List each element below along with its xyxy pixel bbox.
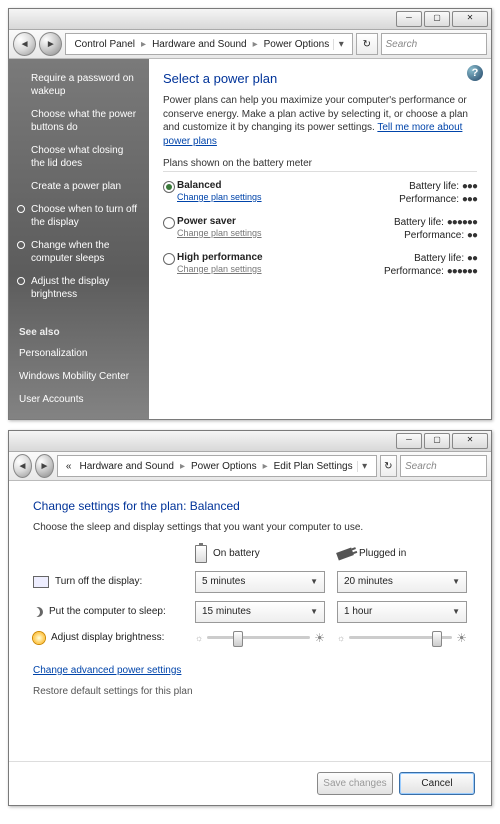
plug-icon xyxy=(336,547,354,560)
performance-rating: ●● xyxy=(467,230,477,241)
display-plugged-dropdown[interactable]: 20 minutes▼ xyxy=(337,571,467,593)
sun-dim-icon: ☼ xyxy=(195,633,203,643)
power-options-window: ─ ▢ ✕ ◄ ► Control Panel▸ Hardware and So… xyxy=(8,8,492,420)
titlebar: ─ ▢ ✕ xyxy=(9,9,491,30)
page-description: Power plans can help you maximize your c… xyxy=(163,94,477,148)
navbar: ◄ ► « Hardware and Sound▸ Power Options▸… xyxy=(9,452,491,481)
battery-rating: ●●● xyxy=(462,181,477,192)
sun-dim-icon: ☼ xyxy=(337,633,345,643)
row-sleep: Put the computer to sleep: xyxy=(33,606,183,617)
plan-name: Power saver xyxy=(177,216,337,227)
cancel-button[interactable]: Cancel xyxy=(399,772,475,795)
bc-seg[interactable]: Power Options xyxy=(187,461,261,472)
brightness-plugged-slider[interactable]: ☼☀ xyxy=(337,631,467,645)
display-icon xyxy=(33,576,49,588)
help-icon[interactable]: ? xyxy=(467,65,483,81)
change-plan-settings-link[interactable]: Change plan settings xyxy=(177,264,337,274)
sidebar-task[interactable]: Require a password on wakeup xyxy=(9,67,149,103)
search-input[interactable]: Search xyxy=(400,455,487,477)
row-brightness: Adjust display brightness: xyxy=(33,632,183,644)
display-battery-dropdown[interactable]: 5 minutes▼ xyxy=(195,571,325,593)
sidebar-task[interactable]: Choose what the power buttons do xyxy=(9,103,149,139)
sleep-battery-dropdown[interactable]: 15 minutes▼ xyxy=(195,601,325,623)
chevron-down-icon: ▼ xyxy=(452,607,460,616)
breadcrumb[interactable]: « Hardware and Sound▸ Power Options▸ Edi… xyxy=(57,455,377,477)
chevron-down-icon: ▼ xyxy=(310,607,318,616)
refresh-button[interactable]: ↻ xyxy=(380,455,397,477)
plan-row: High performanceChange plan settingsBatt… xyxy=(163,252,477,278)
close-button[interactable]: ✕ xyxy=(452,11,488,27)
sleep-plugged-dropdown[interactable]: 1 hour▼ xyxy=(337,601,467,623)
battery-rating: ●●●●●● xyxy=(447,217,477,228)
bc-seg[interactable]: Edit Plan Settings xyxy=(270,461,357,472)
plan-name: Balanced xyxy=(177,180,337,191)
battery-icon xyxy=(195,545,207,563)
sidebar-task[interactable]: Choose what closing the lid does xyxy=(9,139,149,175)
change-plan-settings-link[interactable]: Change plan settings xyxy=(177,192,337,202)
performance-rating: ●●● xyxy=(462,194,477,205)
chevron-down-icon: ▼ xyxy=(452,577,460,586)
breadcrumb[interactable]: Control Panel▸ Hardware and Sound▸ Power… xyxy=(65,33,353,55)
bc-seg[interactable]: Control Panel xyxy=(70,39,139,50)
brightness-icon xyxy=(33,632,45,644)
refresh-button[interactable]: ↻ xyxy=(356,33,377,55)
see-also-link[interactable]: Personalization xyxy=(9,342,149,365)
plan-row: Power saverChange plan settingsBattery l… xyxy=(163,216,477,242)
change-plan-settings-link[interactable]: Change plan settings xyxy=(177,228,337,238)
plan-radio[interactable] xyxy=(163,217,175,229)
maximize-button[interactable]: ▢ xyxy=(424,11,450,27)
sidebar-task[interactable]: Adjust the display brightness xyxy=(9,270,149,306)
maximize-button[interactable]: ▢ xyxy=(424,433,450,449)
see-also-link[interactable]: Windows Mobility Center xyxy=(9,365,149,388)
sidebar: Require a password on wakeup Choose what… xyxy=(9,59,149,419)
main-pane: ? Select a power plan Power plans can he… xyxy=(149,59,491,419)
plan-radio[interactable] xyxy=(163,181,175,193)
page-description: Choose the sleep and display settings th… xyxy=(33,521,467,535)
edit-plan-window: ─ ▢ ✕ ◄ ► « Hardware and Sound▸ Power Op… xyxy=(8,430,492,806)
row-turn-off-display: Turn off the display: xyxy=(33,576,183,588)
see-also-link[interactable]: User Accounts xyxy=(9,388,149,411)
forward-button[interactable]: ► xyxy=(39,32,62,56)
bc-seg[interactable]: Hardware and Sound xyxy=(75,461,178,472)
plan-radio[interactable] xyxy=(163,253,175,265)
titlebar: ─ ▢ ✕ xyxy=(9,431,491,452)
back-button[interactable]: ◄ xyxy=(13,454,32,478)
sidebar-task[interactable]: Change when the computer sleeps xyxy=(9,234,149,270)
sleep-icon xyxy=(33,607,43,617)
plan-name: High performance xyxy=(177,252,337,263)
advanced-settings-link[interactable]: Change advanced power settings xyxy=(33,665,181,676)
main-pane: Change settings for the plan: Balanced C… xyxy=(9,481,491,721)
page-title: Change settings for the plan: Balanced xyxy=(33,499,467,513)
see-also-heading: See also xyxy=(9,323,149,342)
sidebar-task[interactable]: Create a power plan xyxy=(9,175,149,198)
minimize-button[interactable]: ─ xyxy=(396,11,422,27)
plans-heading: Plans shown on the battery meter xyxy=(163,158,477,172)
breadcrumb-dropdown[interactable]: ▾ xyxy=(357,461,372,472)
minimize-button[interactable]: ─ xyxy=(396,433,422,449)
battery-rating: ●● xyxy=(467,253,477,264)
performance-rating: ●●●●●● xyxy=(447,266,477,277)
brightness-battery-slider[interactable]: ☼☀ xyxy=(195,631,325,645)
bc-seg[interactable]: Hardware and Sound xyxy=(148,39,251,50)
close-button[interactable]: ✕ xyxy=(452,433,488,449)
sun-bright-icon: ☀ xyxy=(314,631,325,645)
bc-seg[interactable]: Power Options xyxy=(260,39,334,50)
search-input[interactable]: Search xyxy=(381,33,487,55)
footer: Save changes Cancel xyxy=(9,761,491,805)
plan-row: BalancedChange plan settingsBattery life… xyxy=(163,180,477,206)
col-on-battery: On battery xyxy=(195,545,325,563)
sun-bright-icon: ☀ xyxy=(456,631,467,645)
col-plugged-in: Plugged in xyxy=(337,548,467,559)
page-title: Select a power plan xyxy=(163,71,477,86)
back-button[interactable]: ◄ xyxy=(13,32,36,56)
restore-defaults-link[interactable]: Restore default settings for this plan xyxy=(33,686,193,697)
navbar: ◄ ► Control Panel▸ Hardware and Sound▸ P… xyxy=(9,30,491,59)
forward-button[interactable]: ► xyxy=(35,454,54,478)
chevron-down-icon: ▼ xyxy=(310,577,318,586)
breadcrumb-dropdown[interactable]: ▾ xyxy=(333,39,348,50)
sidebar-task[interactable]: Choose when to turn off the display xyxy=(9,198,149,234)
save-button[interactable]: Save changes xyxy=(317,772,393,795)
